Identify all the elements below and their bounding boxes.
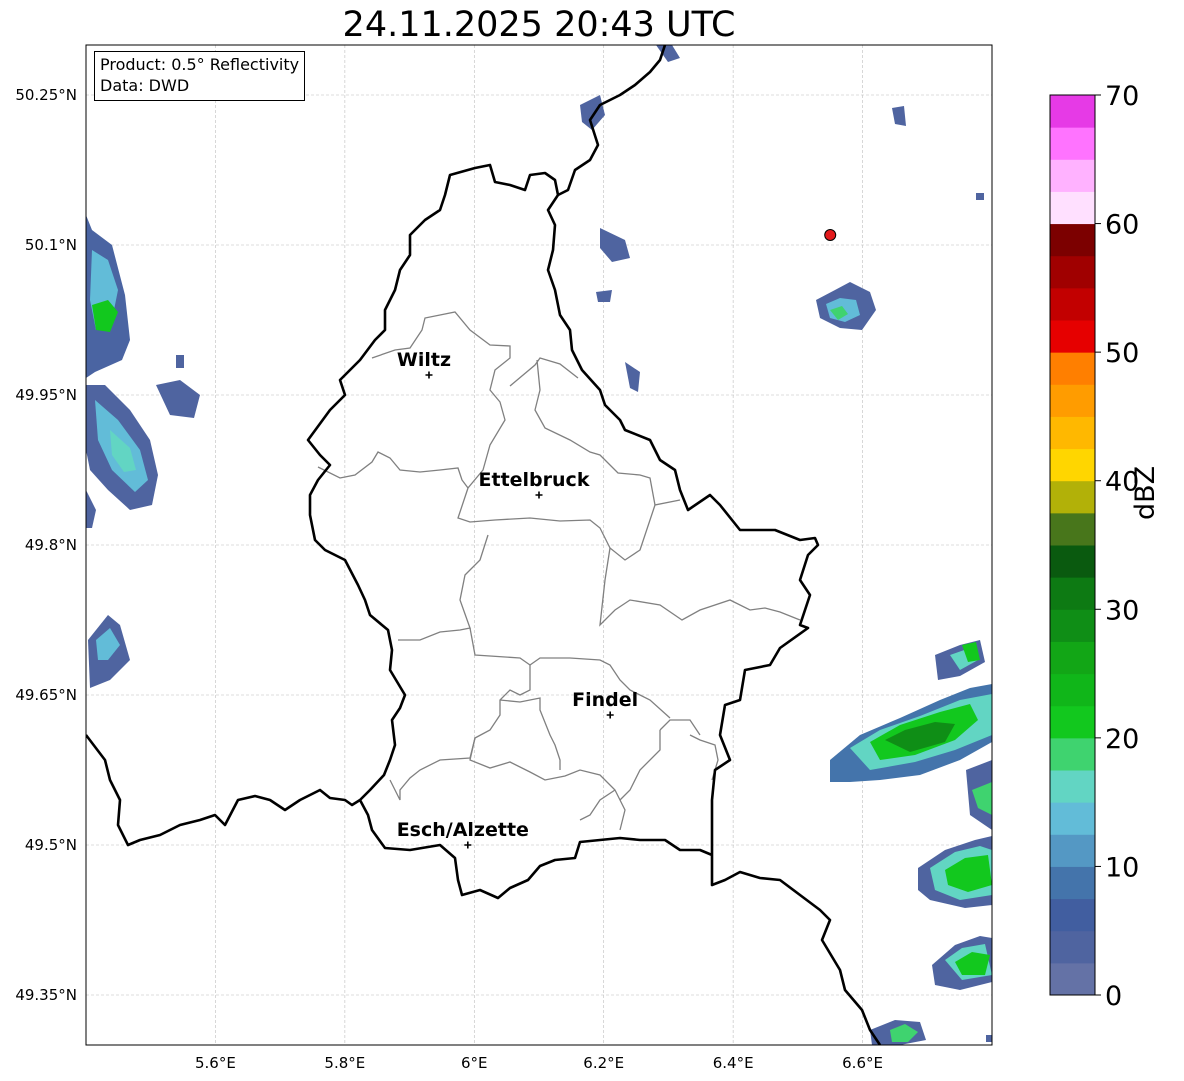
colorbar-segment <box>1050 191 1095 225</box>
colorbar-segment <box>1050 384 1095 417</box>
colorbar-segment <box>1050 223 1095 257</box>
longitude-tick: 6°E <box>461 1054 488 1072</box>
colorbar-tick: 20 <box>1105 724 1139 755</box>
colorbar-segment <box>1050 127 1095 160</box>
longitude-tick: 5.8°E <box>324 1054 365 1072</box>
latitude-tick-labels: 50.25°N 50.1°N 49.95°N 49.8°N 49.65°N 49.5°N 4… <box>15 86 77 1004</box>
latitude-tick: 50.1°N <box>25 236 77 254</box>
latitude-tick: 49.65°N <box>15 686 77 704</box>
colorbar-tick: 10 <box>1105 852 1139 883</box>
colorbar-segment <box>1050 95 1095 128</box>
colorbar-segment <box>1050 320 1095 353</box>
colorbar-segment <box>1050 448 1095 482</box>
longitude-tick: 6.4°E <box>713 1054 754 1072</box>
colorbar-segment <box>1050 480 1095 514</box>
city-label: Findel <box>572 689 638 711</box>
colorbar <box>1049 94 1096 996</box>
latitude-tick: 49.5°N <box>25 836 77 854</box>
longitude-tick-labels: 5.6°E 5.8°E 6°E 6.2°E 6.4°E 6.6°E <box>195 1054 883 1072</box>
colorbar-segment <box>1050 159 1095 192</box>
colorbar-segment <box>1050 287 1095 321</box>
city-label: Wiltz <box>397 349 451 371</box>
latitude-tick: 49.95°N <box>15 386 77 404</box>
colorbar-tick: 30 <box>1105 595 1139 626</box>
colorbar-segment <box>1050 673 1095 707</box>
colorbar-tick: 50 <box>1105 338 1139 369</box>
colorbar-segment <box>1050 352 1095 385</box>
colorbar-tick-labels: 010203040506070 <box>1095 81 1139 1012</box>
city-label: Ettelbruck <box>479 469 590 491</box>
colorbar-segment <box>1050 770 1095 803</box>
colorbar-segment <box>1050 705 1095 739</box>
longitude-tick: 6.2°E <box>583 1054 624 1072</box>
colorbar-segment <box>1050 512 1095 546</box>
product-label: Product: 0.5° Reflectivity <box>100 55 300 74</box>
colorbar-tick: 70 <box>1105 81 1139 112</box>
colorbar-segment <box>1050 609 1095 642</box>
product-info-box: Product: 0.5° Reflectivity Data: DWD <box>94 51 306 101</box>
colorbar-segment <box>1050 641 1095 675</box>
colorbar-segment <box>1050 802 1095 835</box>
colorbar-segment <box>1050 866 1095 900</box>
colorbar-segment <box>1050 930 1095 964</box>
colorbar-segment <box>1050 255 1095 289</box>
longitude-tick: 5.6°E <box>195 1054 236 1072</box>
colorbar-segment <box>1050 577 1095 610</box>
latitude-tick: 49.8°N <box>25 536 77 554</box>
latitude-tick: 50.25°N <box>15 86 77 104</box>
colorbar-segment <box>1050 898 1095 932</box>
radar-map: WiltzEttelbruckFindelEsch/Alzette 5.6°E 5… <box>15 44 1139 1072</box>
colorbar-label: dBZ <box>1130 465 1161 520</box>
latitude-tick: 49.35°N <box>15 986 77 1004</box>
colorbar-tick: 0 <box>1105 981 1122 1012</box>
colorbar-segment <box>1050 416 1095 450</box>
colorbar-segment <box>1050 545 1095 578</box>
radar-site-marker <box>824 229 837 241</box>
colorbar-segment <box>1050 834 1095 867</box>
data-source-label: Data: DWD <box>100 76 190 95</box>
city-label: Esch/Alzette <box>397 819 529 841</box>
colorbar-segment <box>1050 962 1095 996</box>
longitude-tick: 6.6°E <box>842 1054 883 1072</box>
colorbar-tick: 60 <box>1105 210 1139 241</box>
colorbar-segment <box>1050 737 1095 771</box>
